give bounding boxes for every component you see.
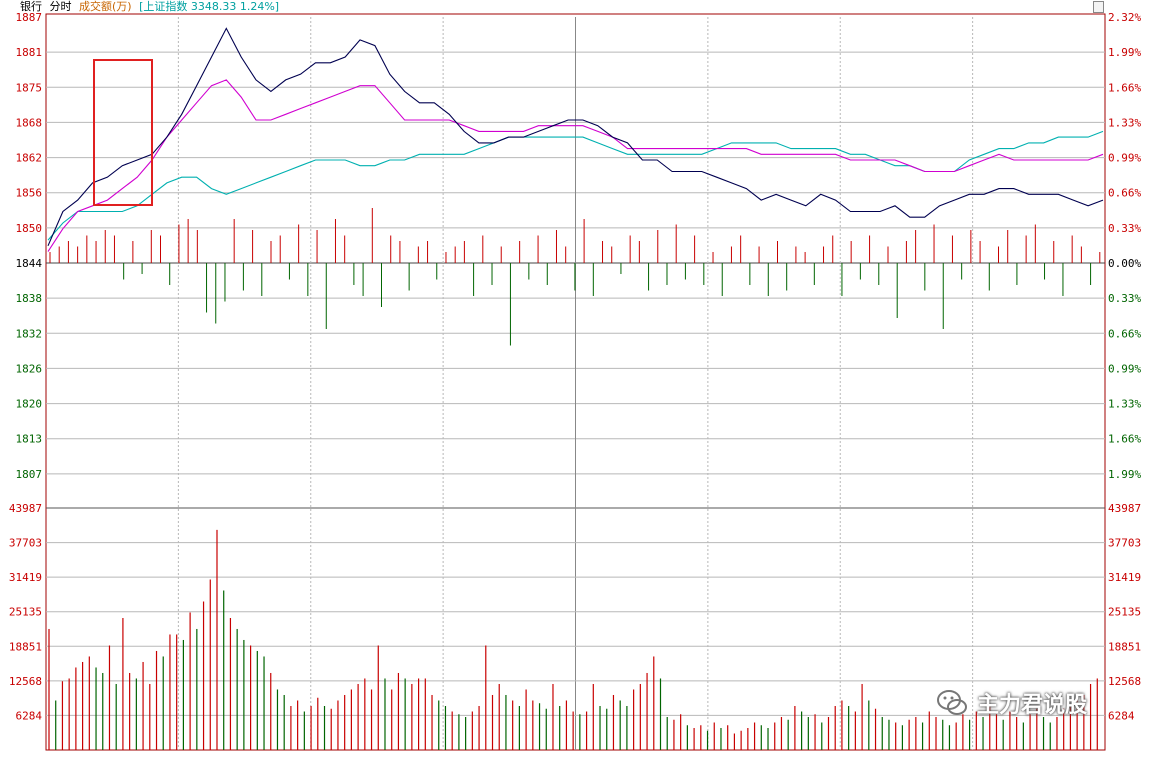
y-tick-label-right: 0.00%: [1108, 257, 1141, 270]
y-tick-label-right: 2.32%: [1108, 11, 1141, 24]
y-tick-label-right: 0.66%: [1108, 187, 1141, 200]
vol-tick-label-left: 18851: [9, 640, 42, 653]
y-tick-label-right: 1.66%: [1108, 81, 1141, 94]
y-tick-label-right: 1.99%: [1108, 46, 1141, 59]
wechat-icon: [937, 690, 967, 715]
vol-tick-label-right: 18851: [1108, 640, 1141, 653]
y-tick-label-right: 0.33%: [1108, 222, 1141, 235]
y-tick-label-left: 1820: [16, 398, 43, 411]
vol-tick-label-left: 6284: [16, 709, 43, 722]
vol-tick-label-right: 43987: [1108, 502, 1141, 515]
stock-name: 银行: [20, 0, 42, 13]
vol-tick-label-left: 37703: [9, 537, 42, 550]
y-tick-label-left: 1807: [16, 468, 43, 481]
index-label: [上证指数 3348.33 1.24%]: [139, 0, 280, 13]
vol-tick-label-right: 31419: [1108, 571, 1141, 584]
vol-tick-label-right: 25135: [1108, 606, 1141, 619]
y-tick-label-right: 1.33%: [1108, 398, 1141, 411]
y-tick-label-left: 1844: [16, 257, 43, 270]
vol-tick-label-left: 43987: [9, 502, 42, 515]
chart-mode: 分时: [49, 0, 72, 13]
y-tick-label-left: 1862: [16, 152, 43, 165]
y-tick-label-right: 1.66%: [1108, 433, 1141, 446]
y-tick-label-left: 1832: [16, 327, 43, 340]
y-tick-label-right: 1.99%: [1108, 468, 1141, 481]
vol-tick-label-left: 12568: [9, 675, 42, 688]
y-tick-label-left: 1868: [16, 116, 43, 129]
watermark: 主力君说股: [935, 683, 1087, 723]
y-tick-label-left: 1856: [16, 187, 43, 200]
y-tick-label-right: 0.66%: [1108, 327, 1141, 340]
vol-tick-label-right: 12568: [1108, 675, 1141, 688]
y-tick-label-left: 1850: [16, 222, 43, 235]
chart-window: 银行 分时 成交额(万) [上证指数 3348.33 1.24%] 1887 2.…: [0, 0, 1153, 753]
y-tick-label-left: 1875: [16, 81, 43, 94]
y-tick-label-right: 1.33%: [1108, 116, 1141, 129]
y-tick-label-left: 1813: [16, 433, 43, 446]
vol-tick-label-left: 25135: [9, 606, 42, 619]
maximize-button[interactable]: [1093, 1, 1104, 13]
y-tick-label-right: 0.33%: [1108, 292, 1141, 305]
y-tick-label-left: 1838: [16, 292, 43, 305]
vol-tick-label-right: 6284: [1108, 709, 1135, 722]
y-tick-label-left: 1881: [16, 46, 43, 59]
volume-label: 成交额(万): [79, 0, 132, 13]
vol-tick-label-right: 37703: [1108, 537, 1141, 550]
chart-canvas: 1887 2.32%1881 1.99%1875 1.66%1868 1.33%1862…: [9, 11, 1141, 751]
vol-tick-label-left: 31419: [9, 571, 42, 584]
watermark-text: 主力君说股: [977, 693, 1088, 718]
y-tick-label-right: 0.99%: [1108, 362, 1141, 375]
highlight-box: [93, 59, 153, 206]
y-tick-label-right: 0.99%: [1108, 152, 1141, 165]
chart-header: 银行 分时 成交额(万) [上证指数 3348.33 1.24%]: [20, 0, 283, 14]
y-tick-label-left: 1826: [16, 362, 43, 375]
